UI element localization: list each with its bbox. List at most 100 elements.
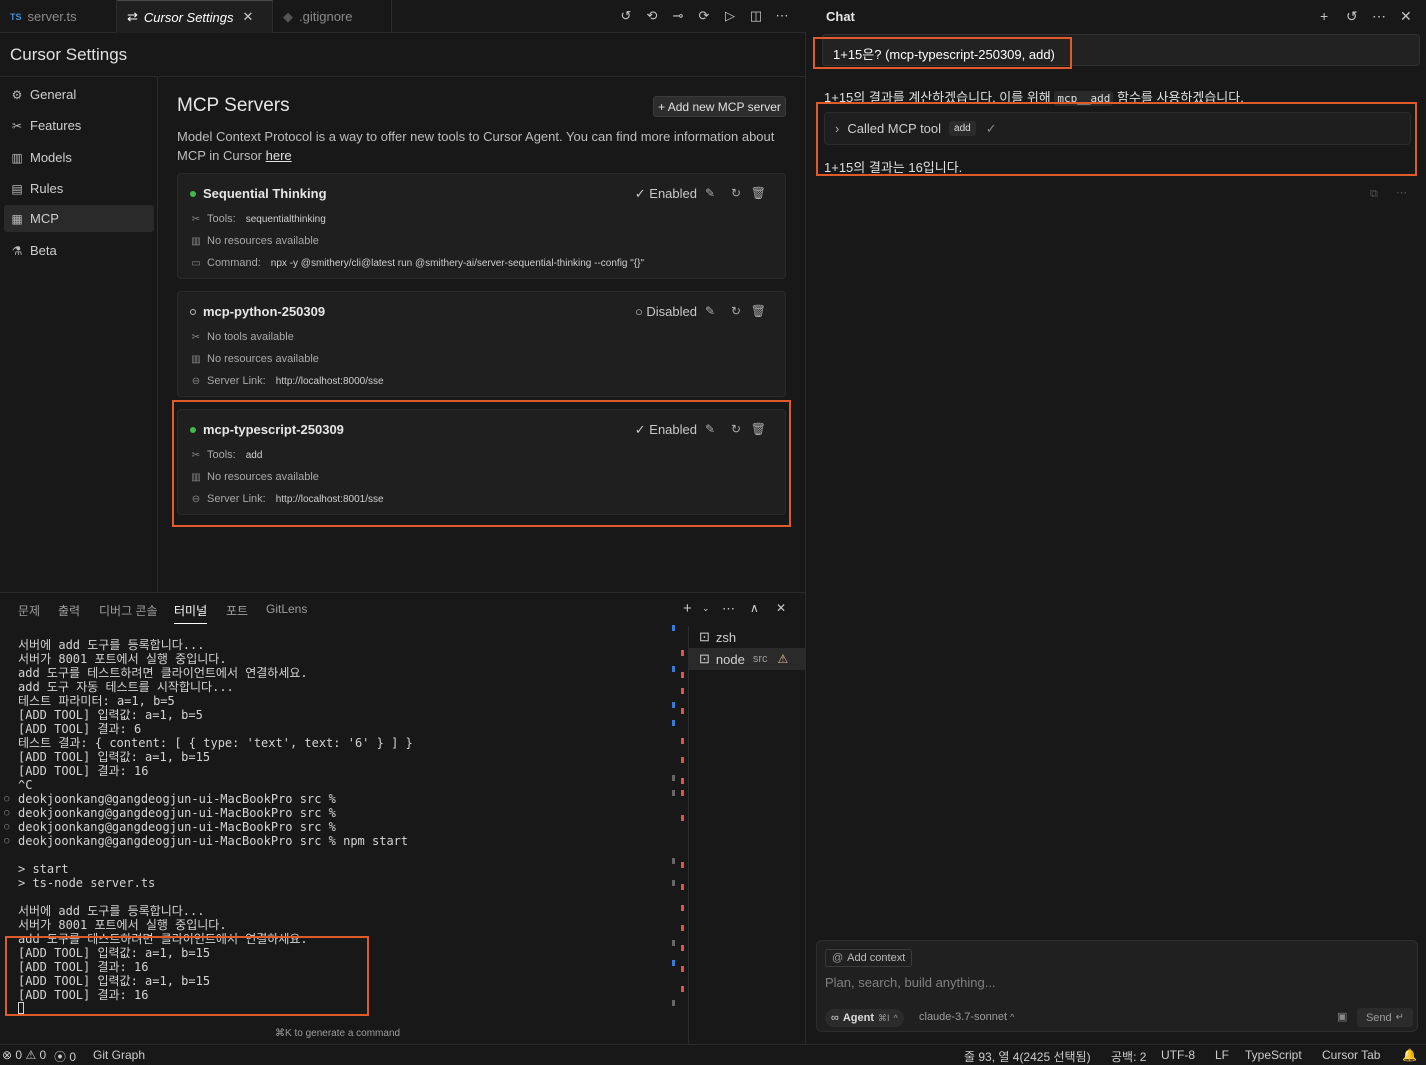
go-back-icon[interactable]: ⟲ [645,9,659,23]
add-mcp-server-button[interactable]: + Add new MCP server [653,96,786,117]
new-chat-icon[interactable]: + [1320,8,1328,24]
error-icon: ⊗ [2,1048,13,1062]
book-icon: ▤ [11,181,23,196]
nav-item-features[interactable]: ✂ Features [4,112,154,139]
editor-tab-bar: TS server.ts ⇄ Cursor Settings ✕ ◆ .giti… [0,0,806,33]
server-name: mcp-python-250309 [190,304,325,319]
nav-item-general[interactable]: ⚙ General [4,81,154,108]
chart-icon: ▥ [11,150,23,165]
chevron-down-icon[interactable]: ⌄ [702,603,710,614]
error-count: 0 [15,1048,23,1062]
terminal-item-zsh[interactable]: ⊡ zsh [689,626,807,648]
git-graph-button[interactable]: Git Graph [93,1048,145,1062]
mode-selector[interactable]: ∞ Agent ⌘I ^ [825,1009,904,1027]
mode-label: Agent [842,1012,875,1024]
nav-label: Features [30,118,82,133]
section-description: Model Context Protocol is a way to offer… [177,127,777,165]
indentation[interactable]: 공백: 2 [1111,1048,1146,1065]
tab-server-ts[interactable]: TS server.ts [0,0,117,33]
more-icon[interactable]: ⋯ [775,9,789,23]
new-terminal-icon[interactable]: + [683,600,692,617]
terminal-icon: ⊡ [699,629,710,644]
problems-indicator[interactable]: ⊗ 0 ⚠ 0 [2,1048,46,1062]
tab-cursor-settings[interactable]: ⇄ Cursor Settings ✕ [117,0,273,33]
mcp-server-card: mcp-python-250309 ○ Disabled ✎ ↻ 🗑 ✂ No t… [177,291,786,397]
edit-icon[interactable]: ✎ [705,304,715,318]
nav-label: Beta [30,243,57,258]
commit-icon[interactable]: ⊸ [671,9,685,23]
refresh-icon[interactable]: ↻ [731,304,741,318]
status-label: Enabled [649,186,697,201]
check-icon: ✓ [634,186,650,201]
terminal-line: deokjoonkang@gangdeogjun-ui-MacBookPro s… [18,792,336,806]
terminal-line: 서버가 8001 포트에서 실행 중입니다. [18,652,227,666]
status-toggle[interactable]: ✓ Enabled [635,186,697,202]
encoding[interactable]: UTF-8 [1161,1048,1195,1062]
status-dot [190,190,196,197]
more-icon[interactable]: ⋯ [1396,186,1407,199]
terminal-item-node[interactable]: ⊡ node src ⚠ [689,648,807,670]
terminal-line: > start [18,862,69,876]
more-icon[interactable]: ⋯ [722,601,735,617]
nav-item-mcp[interactable]: ▦ MCP [4,205,154,232]
history-icon[interactable]: ↺ [1346,8,1358,25]
terminal-line: add 도구를 테스트하려면 클라이언트에서 연결하세요. [18,666,308,680]
tab-gitignore[interactable]: ◆ .gitignore [273,0,392,33]
panel-tab-gitlens[interactable]: GitLens [266,602,307,616]
trash-icon[interactable]: 🗑 [751,304,766,318]
terminal-line: deokjoonkang@gangdeogjun-ui-MacBookPro s… [18,806,336,820]
scroll-marker [672,702,675,708]
copy-icon[interactable]: ⧉ [1370,188,1378,201]
cursor-tab-toggle[interactable]: Cursor Tab [1322,1048,1380,1062]
panel-tab-ports[interactable]: 포트 [226,602,248,619]
panel-tab-debug-console[interactable]: 디버그 콘솔 [99,602,158,619]
at-icon: @ [832,952,844,964]
nav-item-rules[interactable]: ▤ Rules [4,175,154,202]
go-forward-icon[interactable]: ⟳ [697,9,711,23]
nav-label: Rules [30,181,64,196]
nav-item-beta[interactable]: ⚗ Beta [4,237,154,264]
maximize-icon[interactable]: ∧ [750,601,759,615]
warning-icon: ⚠ [25,1048,37,1062]
learn-more-link[interactable]: here [266,148,292,163]
enter-icon: ↵ [1395,1012,1405,1023]
terminal-icon: ⊡ [699,651,710,666]
edit-icon[interactable]: ✎ [705,186,715,200]
chat-input[interactable]: Plan, search, build anything... [825,975,996,990]
close-icon[interactable]: ✕ [1400,8,1412,25]
scroll-marker [672,1000,675,1006]
resources-line: ▥ No resources available [190,235,319,247]
prompt-marker-icon: ○ [4,836,10,846]
run-icon[interactable]: ▷ [723,9,737,23]
trash-icon[interactable]: 🗑 [751,186,766,200]
more-icon[interactable]: ⋯ [1372,8,1386,25]
status-bar: ⊗ 0 ⚠ 0 ⦿ 0 Git Graph 줄 93, 열 4(2425 선택됨… [0,1044,1426,1065]
scroll-marker [681,708,684,714]
nav-item-models[interactable]: ▥ Models [4,144,154,171]
model-selector[interactable]: claude-3.7-sonnet ^ [919,1011,1014,1023]
refresh-icon[interactable]: ↻ [731,186,741,200]
close-icon[interactable]: ✕ [243,9,254,25]
send-button[interactable]: Send ↵ [1357,1008,1413,1027]
link-icon: ⊖ [191,375,201,387]
scroll-marker [681,986,684,992]
tools-value: sequentialthinking [245,213,326,225]
language-mode[interactable]: TypeScript [1245,1048,1302,1062]
close-panel-icon[interactable]: ✕ [776,601,786,615]
ports-indicator[interactable]: ⦿ 0 [54,1048,76,1065]
panel-tab-problems[interactable]: 문제 [18,602,40,619]
panel-tab-terminal[interactable]: 터미널 [174,602,208,624]
status-toggle[interactable]: ○ Disabled [635,304,697,319]
image-icon[interactable]: ▣ [1337,1010,1347,1023]
cursor-position[interactable]: 줄 93, 열 4(2425 선택됨) [964,1048,1091,1065]
history-icon[interactable]: ↺ [619,9,633,23]
add-context-button[interactable]: @ Add context [825,949,913,967]
ports-count: 0 [69,1050,77,1064]
split-editor-icon[interactable]: ◫ [749,9,763,23]
line-ending[interactable]: LF [1215,1048,1229,1062]
notifications-icon[interactable]: 🔔 [1402,1048,1417,1062]
terminal-line: ^C [18,778,33,792]
terminal-line: 서버가 8001 포트에서 실행 중입니다. [18,918,227,932]
panel-tab-output[interactable]: 출력 [58,602,80,619]
